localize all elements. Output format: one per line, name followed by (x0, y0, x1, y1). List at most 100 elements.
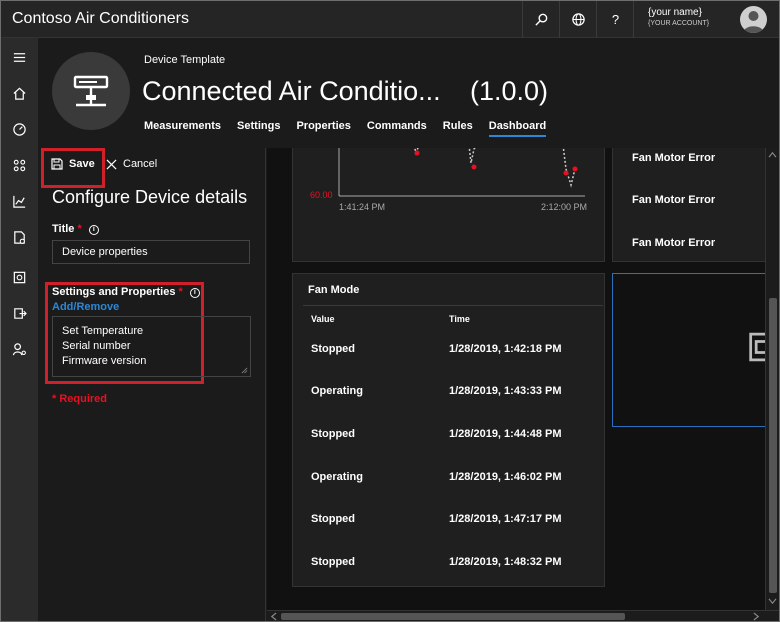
row-value: Stopped (311, 428, 355, 440)
y-axis-tick-label: 60.00 (310, 190, 333, 200)
save-disk-icon (51, 158, 63, 170)
info-icon[interactable]: i (88, 225, 99, 235)
template-label: Device Template (144, 54, 226, 66)
devices-grid-icon[interactable] (10, 156, 28, 174)
template-header: Device Template Connected Air Conditio..… (38, 38, 779, 148)
row-time: 1/28/2019, 1:48:32 PM (449, 556, 562, 568)
user-account: {YOUR ACCOUNT} (648, 20, 710, 27)
user-icon (743, 11, 764, 33)
row-time: 1/28/2019, 1:43:33 PM (449, 385, 562, 397)
tab-dashboard[interactable]: Dashboard (488, 120, 547, 137)
close-icon (106, 158, 117, 170)
cancel-label: Cancel (123, 158, 158, 170)
panel-heading: Configure Device details (52, 187, 248, 207)
required-star: * (77, 223, 82, 235)
row-time: 1/28/2019, 1:46:02 PM (449, 471, 562, 483)
row-value: Operating (311, 385, 363, 397)
scrollbar-thumb[interactable] (769, 298, 777, 593)
user-name: {your name} (648, 7, 702, 18)
account-menu[interactable]: {your name} {YOUR ACCOUNT} (633, 1, 779, 38)
event-row: Fan Motor Error (632, 194, 716, 206)
search-button[interactable] (522, 1, 560, 38)
property-item: Set Temperature (62, 325, 144, 337)
x-axis-tick-label: 2:12:00 PM (541, 202, 588, 212)
fan-motor-error-tile[interactable]: Fan Motor Error Fan Motor Error Fan Moto… (612, 148, 779, 262)
title-label-text: Title (52, 223, 75, 235)
save-button[interactable]: Save (51, 158, 95, 170)
chart-point (414, 150, 420, 156)
selected-properties-list[interactable]: Set Temperature Serial number Firmware v… (52, 316, 251, 377)
app-title: Contoso Air Conditioners (12, 10, 189, 27)
device-icon (73, 75, 109, 107)
save-label: Save (69, 158, 95, 170)
tab-settings[interactable]: Settings (237, 120, 280, 137)
jobs-document-icon[interactable] (10, 228, 28, 246)
divider (303, 305, 603, 306)
device-templates-icon[interactable] (10, 268, 28, 286)
vertical-scrollbar[interactable] (765, 148, 779, 610)
props-label-text: Settings and Properties (52, 286, 176, 298)
analytics-chart-icon[interactable] (10, 192, 28, 210)
chart-point (572, 166, 578, 172)
selected-image-tile[interactable] (612, 273, 779, 427)
template-name[interactable]: Connected Air Conditio... (142, 76, 441, 107)
info-icon[interactable]: i (189, 288, 200, 298)
property-item: Serial number (62, 340, 131, 352)
tab-commands[interactable]: Commands (367, 120, 427, 137)
row-value: Operating (311, 471, 363, 483)
dashboard-gauge-icon[interactable] (10, 120, 28, 138)
scroll-right-icon[interactable] (753, 612, 760, 621)
tab-measurements[interactable]: Measurements (144, 120, 221, 137)
row-value: Stopped (311, 556, 355, 568)
globe-icon (572, 13, 585, 26)
row-time: 1/28/2019, 1:47:17 PM (449, 513, 562, 525)
avatar[interactable] (740, 6, 767, 33)
column-header-value: Value (311, 314, 335, 324)
left-nav (1, 38, 38, 621)
tile-title: Fan Mode (308, 284, 360, 296)
help-icon: ? (611, 12, 620, 27)
language-button[interactable] (559, 1, 597, 38)
tab-rules[interactable]: Rules (443, 120, 473, 137)
dashboard-area: 60.00 1:41:24 PM 2:12:00 PM Fan Motor Er… (267, 148, 779, 621)
data-export-icon[interactable] (10, 304, 28, 322)
required-note: * Required (52, 393, 108, 405)
tab-properties[interactable]: Properties (296, 120, 350, 137)
template-version: (1.0.0) (470, 76, 549, 106)
fan-mode-tile[interactable]: Fan Mode Value Time Stopped 1/28/2019, 1… (292, 273, 605, 587)
device-template-image[interactable] (52, 52, 130, 130)
administration-user-icon[interactable] (10, 340, 28, 358)
home-icon[interactable] (10, 84, 28, 102)
search-icon (535, 13, 548, 26)
help-button[interactable]: ? (596, 1, 634, 38)
row-value: Stopped (311, 513, 355, 525)
column-header-time: Time (449, 314, 470, 324)
title-field-label: Title * i (52, 223, 99, 235)
required-star: * (178, 286, 183, 298)
scroll-up-icon[interactable] (768, 151, 777, 158)
hamburger-menu-icon[interactable] (10, 48, 28, 66)
row-value: Stopped (311, 343, 355, 355)
chart-point (563, 170, 569, 176)
row-time: 1/28/2019, 1:44:48 PM (449, 428, 562, 440)
scroll-left-icon[interactable] (270, 612, 277, 621)
x-axis-tick-label: 1:41:24 PM (339, 202, 386, 212)
resize-grip-icon[interactable] (241, 367, 248, 374)
scroll-down-icon[interactable] (768, 598, 777, 605)
settings-properties-label: Settings and Properties * i (52, 286, 200, 298)
event-row: Fan Motor Error (632, 237, 716, 249)
title-input[interactable] (52, 240, 250, 264)
template-tabs: Measurements Settings Properties Command… (144, 120, 562, 137)
scrollbar-thumb[interactable] (281, 613, 625, 620)
top-bar: Contoso Air Conditioners ? {your name} {… (1, 1, 779, 38)
configure-device-panel: Save Cancel Configure Device details Tit… (38, 148, 266, 621)
app-window: Contoso Air Conditioners ? {your name} {… (0, 0, 780, 622)
property-item: Firmware version (62, 355, 147, 367)
temperature-chart-tile[interactable]: 60.00 1:41:24 PM 2:12:00 PM (292, 148, 605, 262)
add-remove-link[interactable]: Add/Remove (52, 301, 119, 313)
cancel-button[interactable]: Cancel (106, 158, 157, 170)
row-time: 1/28/2019, 1:42:18 PM (449, 343, 562, 355)
chart-point (471, 164, 477, 170)
horizontal-scrollbar[interactable] (267, 610, 779, 621)
event-row: Fan Motor Error (632, 152, 716, 164)
